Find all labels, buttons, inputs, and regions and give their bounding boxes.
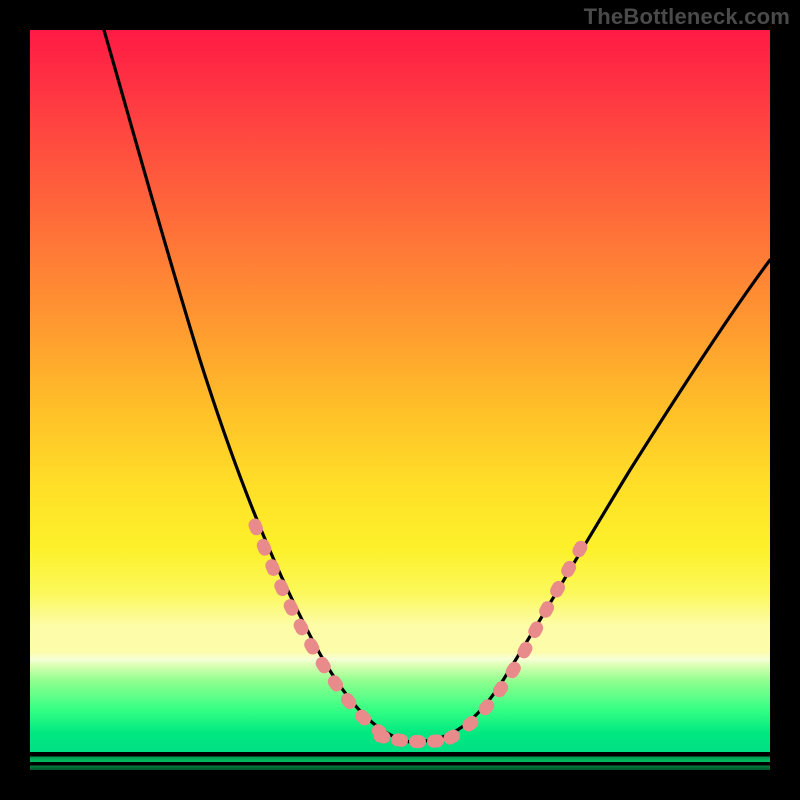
curve-layer bbox=[30, 30, 770, 770]
watermark-text: TheBottleneck.com bbox=[584, 4, 790, 30]
bottleneck-curve bbox=[104, 30, 770, 742]
chart-frame: TheBottleneck.com bbox=[0, 0, 800, 800]
plot-area bbox=[30, 30, 770, 770]
marker-dots-bottom bbox=[380, 736, 445, 742]
marker-dots-right bbox=[450, 540, 585, 738]
